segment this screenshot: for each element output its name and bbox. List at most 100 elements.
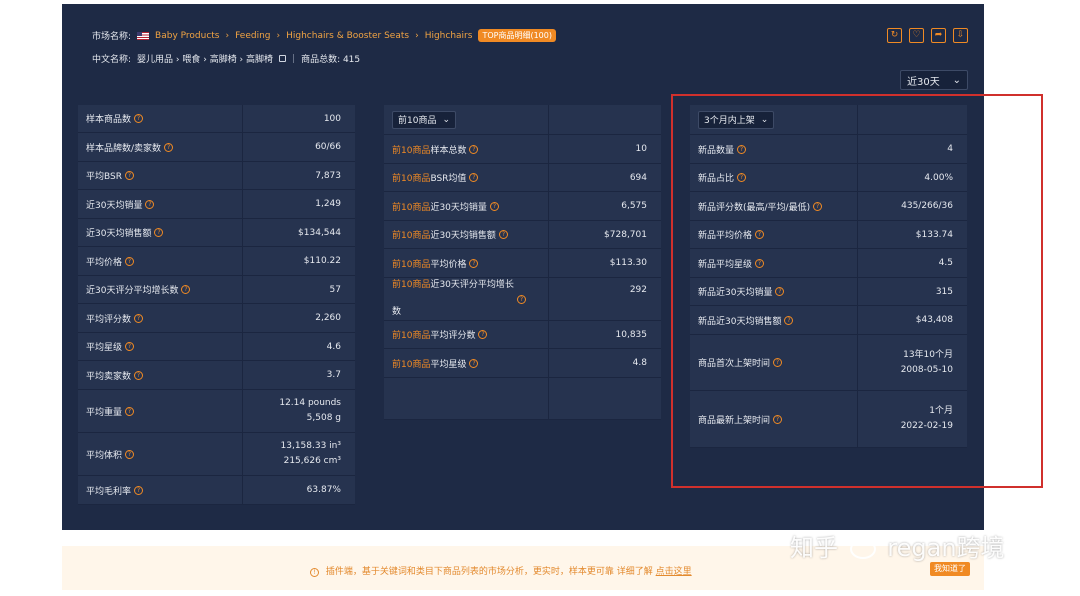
row-label-prefix: 前10商品 [392, 280, 431, 290]
help-icon[interactable]: ? [134, 370, 144, 380]
chinese-name-label: 中文名称: [92, 55, 132, 65]
help-icon[interactable]: ? [489, 201, 499, 211]
breadcrumb-baby-products[interactable]: Baby Products [155, 31, 219, 41]
help-icon[interactable]: ? [125, 406, 135, 416]
row-value-cell: 1,249 [243, 190, 355, 218]
row-value-cell: 694 [549, 164, 661, 191]
breadcrumb-separator: › [415, 30, 419, 41]
help-icon[interactable]: ? [469, 173, 479, 182]
top-products-badge[interactable]: TOP商品明细(100) [478, 29, 556, 42]
row-label-prefix: 前10商品 [392, 145, 431, 156]
row-label: 平均卖家数 [86, 371, 132, 382]
help-icon[interactable]: ? [134, 114, 144, 123]
row-value: 292 [629, 285, 647, 295]
external-link-icon[interactable] [279, 55, 287, 62]
row-value-cell [549, 105, 661, 134]
help-icon[interactable]: ? [469, 358, 479, 368]
share-icon[interactable]: ➦ [931, 28, 946, 43]
row-label-cell: 平均卖家数? [78, 361, 243, 389]
row-label-cell: 近30天均销售额? [78, 219, 243, 246]
row-label: 平均价格 [430, 259, 467, 270]
period-select[interactable]: 近30天 ⌄ [900, 70, 968, 90]
help-icon[interactable]: ? [181, 285, 191, 294]
row-value: 100 [323, 113, 341, 124]
table-row: 前10商品 ⌄ [384, 105, 661, 135]
row-value-cell: 10,835 [549, 321, 661, 348]
chevron-down-icon: ⌄ [952, 74, 961, 86]
help-icon[interactable]: ? [469, 144, 479, 154]
us-flag-icon [137, 31, 150, 40]
row-value: 10,835 [615, 329, 648, 340]
help-icon[interactable]: ? [124, 171, 134, 180]
help-icon[interactable]: ? [478, 330, 488, 339]
row-label-prefix: 前10商品 [392, 259, 431, 270]
help-icon[interactable]: ? [154, 228, 164, 237]
breadcrumb-separator: › [276, 30, 281, 41]
table-row: 平均毛利率? 63.87% [78, 476, 355, 505]
product-total: 商品总数: 415 [301, 55, 361, 65]
top10-select-value: 前10商品 [398, 116, 437, 126]
help-icon[interactable]: ? [498, 230, 508, 239]
help-icon[interactable]: ? [145, 199, 155, 209]
refresh-icon[interactable]: ↻ [887, 28, 902, 43]
help-icon[interactable]: ? [125, 256, 135, 266]
divider: | [292, 53, 296, 64]
top10-select[interactable]: 前10商品 ⌄ [392, 110, 456, 129]
row-value-cell: 4.6 [243, 333, 355, 360]
market-name-row: 市场名称: Baby Products › Feeding › Highchai… [92, 29, 556, 42]
row-label: 平均毛利率 [86, 486, 132, 497]
help-icon[interactable]: ? [164, 142, 174, 152]
row-label-cell: 前10商品 样本总数? [384, 135, 549, 163]
row-value: $110.22 [303, 256, 341, 266]
row-label-cell: 平均毛利率? [78, 476, 243, 504]
banner-link[interactable]: 点击这里 [656, 567, 692, 577]
row-label-prefix: 前10商品 [392, 359, 431, 370]
got-it-button[interactable]: 我知道了 [930, 562, 970, 576]
row-value: 10 [635, 144, 647, 154]
row-label-cell: 平均体积? [78, 433, 243, 475]
row-value-cell: 12.14 pounds 5,508 g [243, 390, 355, 432]
row-value-secondary: 215,626 cm³ [283, 456, 341, 466]
watermark: 知乎 regan跨境 [790, 528, 1005, 563]
help-icon[interactable]: ? [469, 258, 479, 268]
row-label: 样本总数 [430, 145, 467, 156]
row-value: 4.8 [632, 358, 647, 368]
row-label-cell: 前10商品 平均评分数? [384, 321, 549, 348]
info-icon: ! [310, 568, 319, 577]
row-label: 平均BSR [86, 172, 122, 182]
row-value-cell: 292 [549, 278, 661, 320]
row-label-cell: 前10商品 ⌄ [384, 105, 549, 134]
table-row: 前10商品 BSR均值? 694 [384, 164, 661, 192]
help-icon[interactable]: ? [134, 313, 144, 323]
breadcrumb-highchairs-booster[interactable]: Highchairs & Booster Seats [286, 31, 409, 41]
help-icon[interactable]: ? [516, 294, 526, 304]
row-label: 样本品牌数/卖家数 [86, 143, 162, 154]
row-label: 近30天评分平均增长数 [86, 286, 179, 296]
table-row [384, 378, 661, 420]
row-value: 3.7 [326, 370, 341, 380]
row-label-cell: 平均BSR? [78, 162, 243, 189]
help-icon[interactable]: ? [134, 485, 144, 495]
row-value: 57 [329, 284, 341, 295]
help-icon[interactable]: ? [125, 449, 135, 459]
row-value: 13,158.33 in³ [280, 441, 341, 451]
row-label-cell: 前10商品近30天评分平均增长数? [384, 278, 549, 320]
row-label-prefix: 前10商品 [392, 174, 431, 184]
favorite-icon[interactable]: ♡ [909, 28, 924, 43]
breadcrumb-highchairs[interactable]: Highchairs [425, 31, 473, 41]
download-icon[interactable]: ⇩ [953, 28, 968, 43]
row-value: 1,249 [315, 199, 341, 209]
row-value: $134,544 [298, 227, 341, 238]
wechat-icon [849, 539, 876, 559]
row-value: 63.87% [306, 485, 341, 495]
chevron-down-icon: ⌄ [442, 114, 450, 125]
table-row: 平均BSR? 7,873 [78, 162, 355, 190]
row-value-cell [549, 378, 661, 419]
row-value-cell: $110.22 [243, 247, 355, 275]
breadcrumb-feeding[interactable]: Feeding [235, 31, 270, 41]
table-row: 近30天均销售额? $134,544 [78, 219, 355, 247]
help-icon[interactable]: ? [125, 342, 135, 351]
row-label: 近30天均销售额 [430, 231, 496, 241]
chinese-name-row: 中文名称: 婴儿用品 › 喂食 › 高脚椅 › 高脚椅 | 商品总数: 415 [92, 52, 361, 66]
row-value-cell: 63.87% [243, 476, 355, 504]
